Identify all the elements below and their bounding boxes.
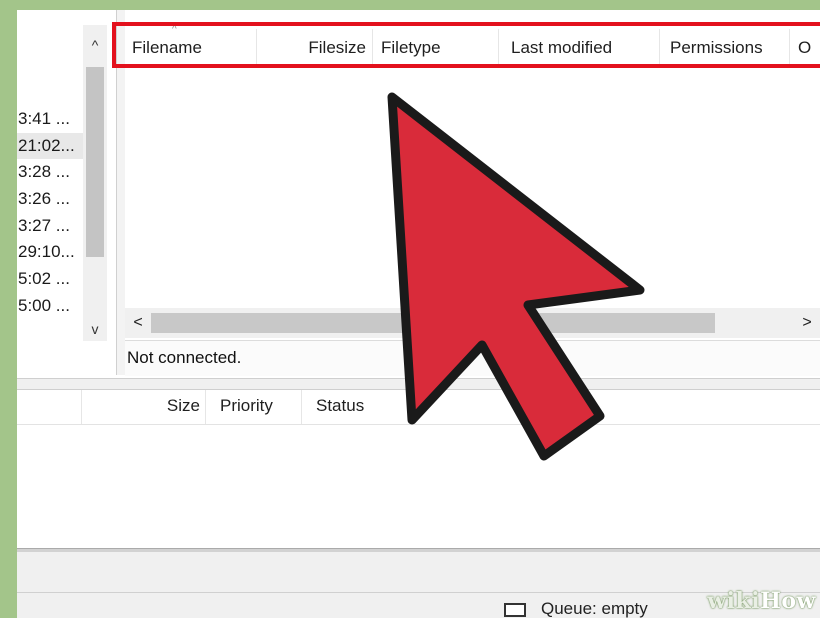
remote-status-text: Not connected. — [125, 340, 820, 376]
column-priority-label: Priority — [220, 396, 273, 415]
local-file-list[interactable]: 3:41 ... 21:02... 3:28 ... 3:26 ... 3:27… — [17, 10, 113, 375]
column-size[interactable]: Size — [82, 390, 206, 424]
column-filename[interactable]: ^ Filename — [125, 25, 257, 67]
column-filetype-label: Filetype — [381, 38, 441, 57]
column-status-label: Status — [316, 396, 365, 415]
queue-icon — [504, 603, 526, 617]
local-time-list: 3:41 ... 21:02... 3:28 ... 3:26 ... 3:27… — [17, 106, 83, 320]
column-last-modified[interactable]: Last modified — [499, 29, 660, 67]
horizontal-splitter[interactable] — [17, 378, 820, 390]
scroll-thumb[interactable] — [151, 313, 715, 333]
scroll-left-icon[interactable]: < — [125, 308, 151, 338]
remote-column-header: ^ Filename Filesize Filetype Last modifi… — [125, 25, 820, 68]
sort-ascending-icon: ^ — [172, 24, 177, 35]
scroll-thumb[interactable] — [86, 67, 104, 257]
scroll-up-icon[interactable]: ^ — [83, 33, 107, 57]
remote-file-list[interactable]: ^ Filename Filesize Filetype Last modifi… — [125, 10, 820, 382]
local-row[interactable]: 5:02 ... — [17, 266, 83, 293]
wikihow-watermark: wikiHow — [650, 584, 820, 618]
column-filetype[interactable]: Filetype — [373, 29, 499, 67]
remote-horizontal-scrollbar[interactable]: < > — [125, 308, 820, 338]
column-size-label: Size — [166, 396, 200, 415]
column-priority[interactable]: Priority — [206, 390, 302, 424]
local-row[interactable]: 21:02... — [17, 132, 83, 160]
watermark-text: wikiHow — [707, 588, 816, 614]
scroll-down-icon[interactable]: v — [83, 317, 107, 341]
column-filename-label: Filename — [132, 38, 202, 57]
local-row[interactable]: 3:27 ... — [17, 213, 83, 240]
app-window: 3:41 ... 21:02... 3:28 ... 3:26 ... 3:27… — [17, 10, 820, 618]
scroll-right-icon[interactable]: > — [794, 308, 820, 338]
column-owner[interactable]: O — [790, 29, 820, 67]
local-row[interactable]: 5:00 ... — [17, 293, 83, 320]
queue-column-header: Size Priority Status — [17, 390, 820, 425]
local-row[interactable]: 3:41 ... — [17, 106, 83, 133]
local-row[interactable]: 29:10... — [17, 239, 83, 266]
column-filesize-label: Filesize — [308, 38, 366, 57]
column-filesize[interactable]: Filesize — [257, 29, 373, 67]
local-column-header[interactable] — [17, 25, 84, 65]
column-last-modified-label: Last modified — [511, 38, 613, 57]
transfer-queue[interactable]: Size Priority Status — [17, 390, 820, 548]
column-permissions[interactable]: Permissions — [660, 29, 790, 67]
column-permissions-label: Permissions — [670, 38, 763, 57]
local-vertical-scrollbar[interactable]: ^ v — [83, 25, 107, 341]
column-owner-label: O — [798, 38, 812, 57]
column-server-file[interactable] — [17, 390, 82, 424]
local-row[interactable]: 3:26 ... — [17, 186, 83, 213]
local-row[interactable]: 3:28 ... — [17, 159, 83, 186]
queue-status-text: Queue: empty — [541, 599, 648, 618]
column-status[interactable]: Status — [302, 390, 412, 424]
